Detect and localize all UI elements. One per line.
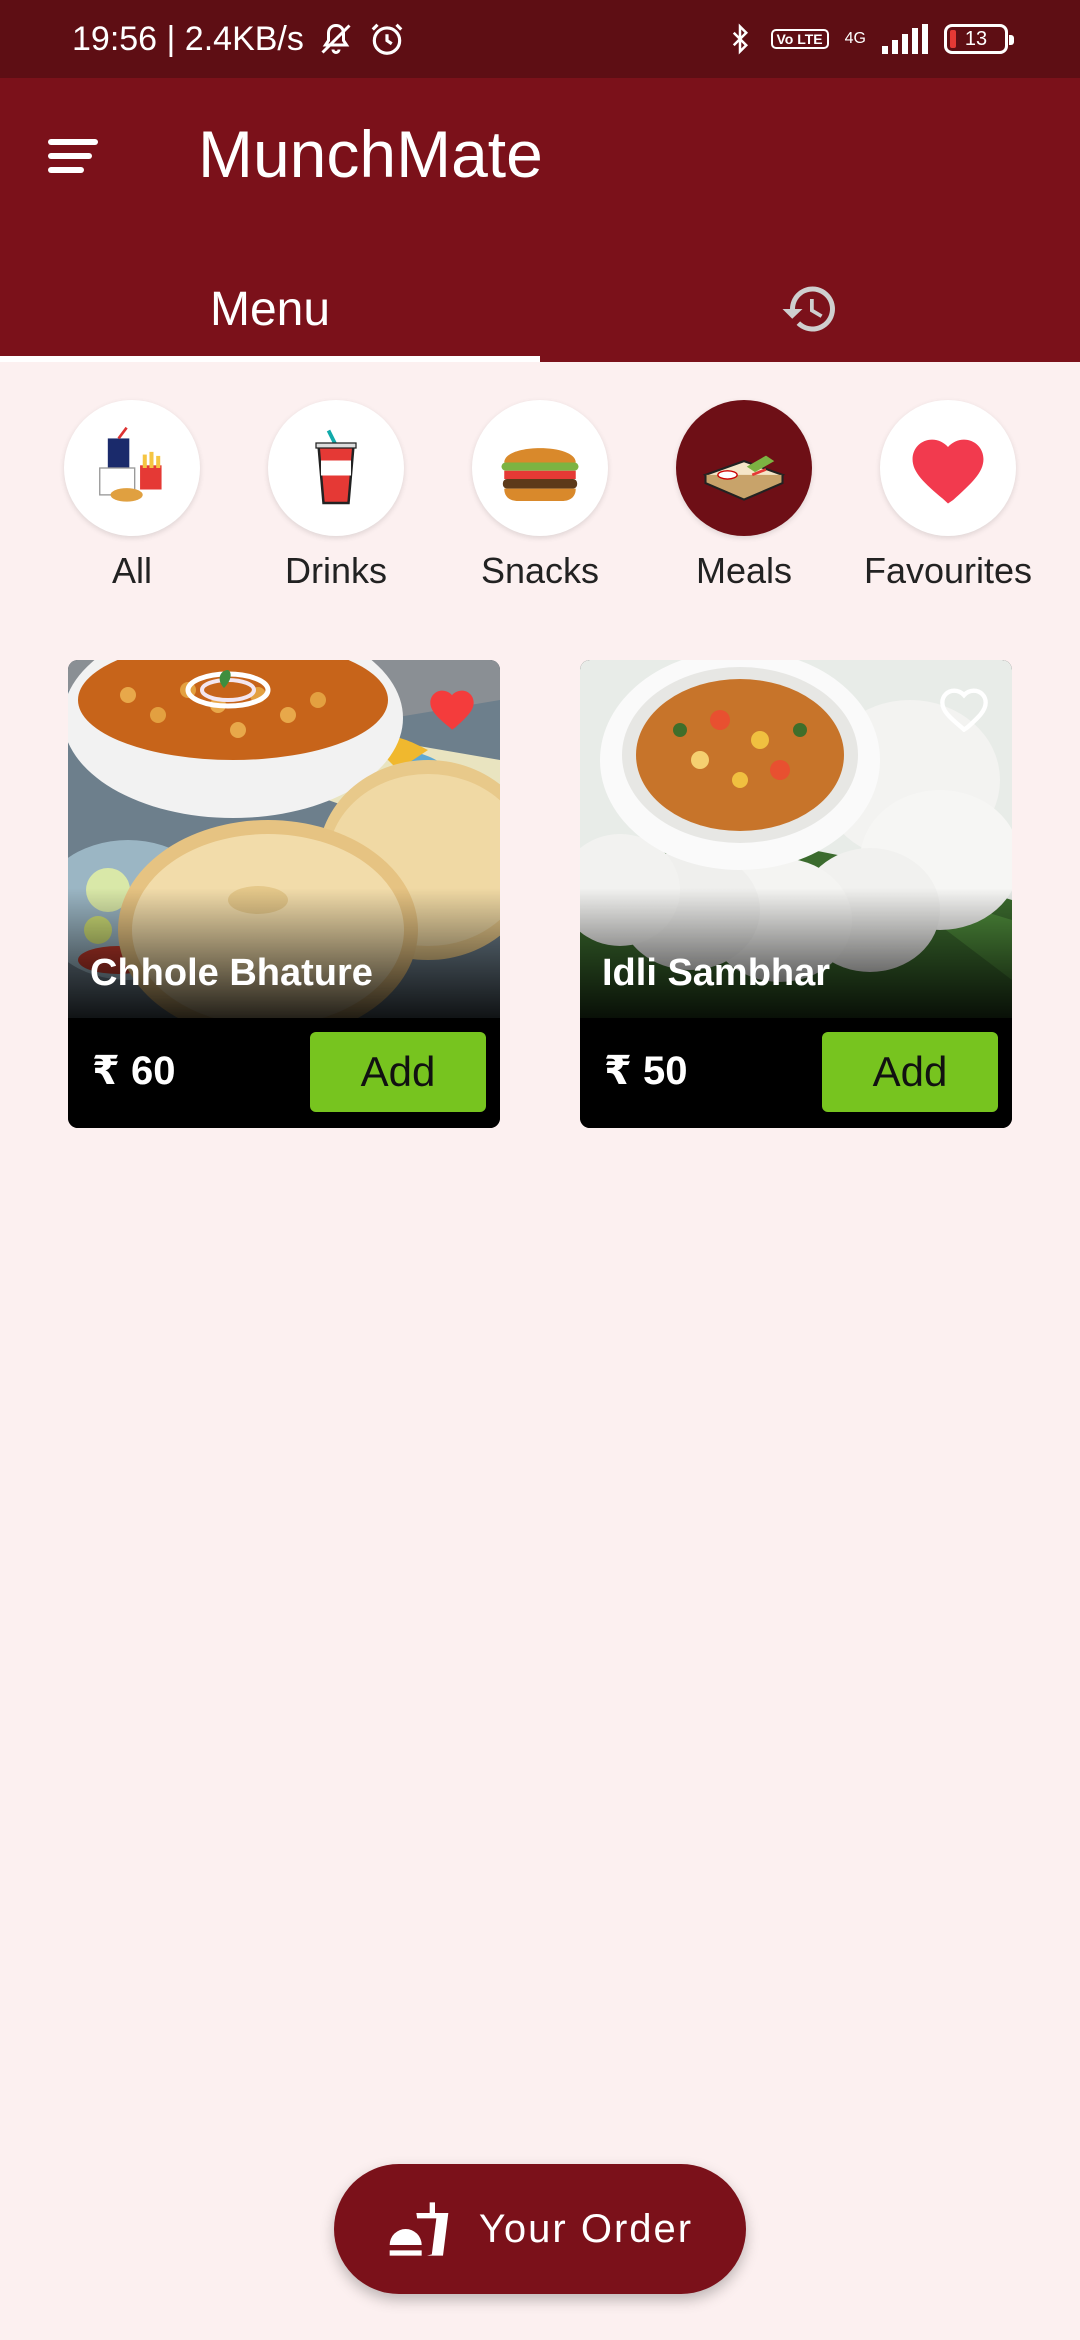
add-button[interactable]: Add: [310, 1032, 486, 1112]
category-drinks-label: Drinks: [284, 550, 387, 591]
heart-icon: [912, 439, 984, 504]
tab-menu-label: Menu: [209, 282, 331, 336]
category-snacks-circle: [472, 400, 608, 536]
category-meals-circle: [676, 400, 812, 536]
category-all[interactable]: All: [32, 400, 232, 592]
heart-filled-icon: [430, 690, 474, 730]
favourite-button[interactable]: [426, 684, 478, 732]
category-snacks[interactable]: Snacks: [440, 400, 640, 592]
signal-icon: [882, 24, 928, 54]
category-meals[interactable]: Meals: [644, 400, 844, 592]
app-bar: MunchMate Menu: [0, 78, 1080, 362]
battery-level: 13: [964, 27, 988, 50]
item-price: ₹ 50: [604, 1049, 688, 1093]
battery-icon: 13: [944, 24, 1014, 54]
soda-cup-icon: [315, 429, 357, 505]
your-order-label: Your Order: [478, 2206, 694, 2251]
tab-history[interactable]: [540, 256, 1080, 362]
volte-badge: Vo LTE: [770, 29, 829, 49]
network-type: 4G: [844, 30, 866, 47]
alarm-icon: [371, 23, 403, 55]
app-title: MunchMate: [198, 117, 543, 191]
your-order-button[interactable]: Your Order: [334, 2164, 746, 2294]
category-all-label: All: [111, 550, 152, 591]
food-order-icon: [389, 2202, 449, 2256]
card-footer: ₹ 50 Add: [580, 1018, 1012, 1128]
status-right: Vo LTE 4G 13: [725, 21, 1014, 57]
status-bar: 19:56 | 2.4KB/s Vo LTE 4G 13: [0, 0, 1080, 78]
combo-meal-icon: [99, 426, 162, 502]
item-name: Idli Sambhar: [602, 952, 831, 994]
category-drinks[interactable]: Drinks: [236, 400, 436, 592]
category-all-circle: [64, 400, 200, 536]
history-icon: [782, 286, 835, 332]
heart-outline-icon: [940, 688, 988, 733]
item-name: Chhole Bhature: [90, 952, 373, 994]
category-meals-label: Meals: [695, 550, 793, 591]
menu-item-card[interactable]: Idli Sambhar ₹ 50 Add: [580, 660, 1012, 1128]
category-favourites-label: Favourites: [863, 550, 1033, 591]
menu-item-card[interactable]: Chhole Bhature ₹ 60 Add: [68, 660, 500, 1128]
card-footer: ₹ 60 Add: [68, 1018, 500, 1128]
status-time: 19:56 | 2.4KB/s: [72, 19, 304, 58]
category-snacks-label: Snacks: [480, 550, 600, 591]
category-favourites[interactable]: Favourites: [848, 400, 1048, 592]
meal-tray-icon: [702, 455, 786, 501]
bell-muted-icon: [321, 23, 351, 54]
favourite-button[interactable]: [938, 684, 990, 733]
tab-menu[interactable]: Menu: [0, 256, 540, 362]
bluetooth-icon: [732, 23, 748, 55]
menu-button[interactable]: [48, 128, 108, 184]
burger-icon: [501, 448, 579, 501]
category-favourites-circle: [880, 400, 1016, 536]
status-left: 19:56 | 2.4KB/s: [72, 20, 406, 59]
add-button[interactable]: Add: [822, 1032, 998, 1112]
item-price: ₹ 60: [92, 1049, 176, 1093]
tab-indicator: [0, 356, 540, 362]
category-drinks-circle: [268, 400, 404, 536]
